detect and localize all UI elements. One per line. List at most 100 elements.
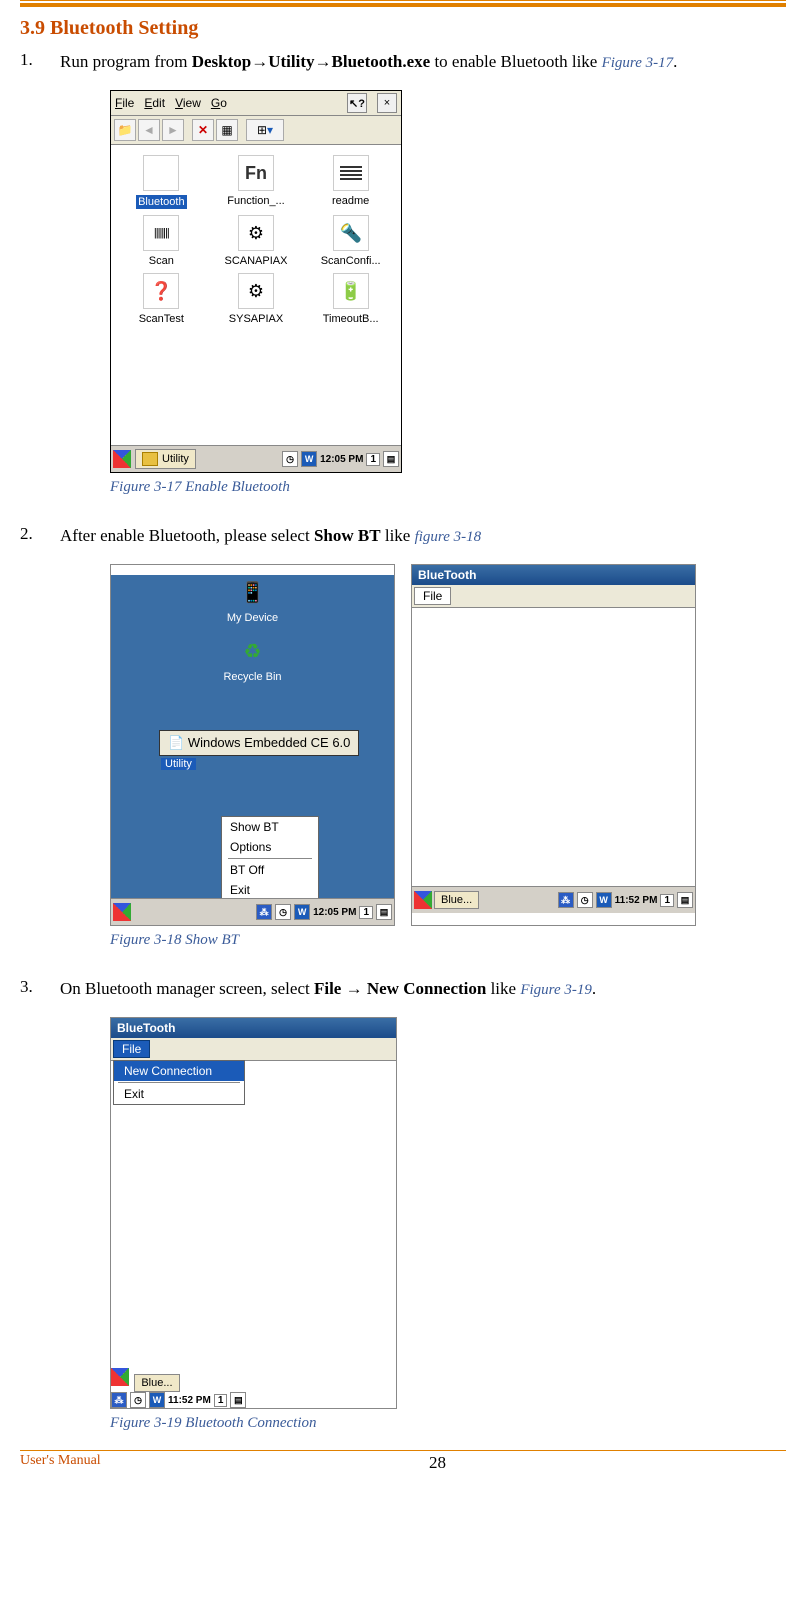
tray-indicator[interactable]: 1 <box>214 1394 228 1407</box>
desktop-recycle[interactable]: ♻ Recycle Bin <box>121 634 384 683</box>
tray-w-icon[interactable]: W <box>596 892 612 908</box>
tray-icon[interactable]: ◷ <box>577 892 593 908</box>
menu-exit[interactable]: Exit <box>222 880 318 900</box>
step-2-post: like <box>381 526 415 545</box>
up-folder-icon[interactable]: 📁 <box>114 119 136 141</box>
chevron-down-icon: ▾ <box>267 123 273 137</box>
figure-3-18-left: 📱 My Device ♻ Recycle Bin 📄 Windows Embe… <box>110 564 395 926</box>
section-heading: 3.9 Bluetooth Setting <box>20 17 786 40</box>
menu-go[interactable]: Go <box>211 96 227 110</box>
step-3: 3. On Bluetooth manager screen, select F… <box>20 977 786 1001</box>
desktop-recycle-label: Recycle Bin <box>223 671 281 683</box>
close-button[interactable]: × <box>377 93 397 113</box>
menu-new-connection[interactable]: New Connection <box>114 1061 244 1081</box>
icon-scan-label: Scan <box>149 255 174 267</box>
step-3-arrow: → <box>341 979 367 998</box>
scanner-icon: 🔦 <box>333 215 369 251</box>
system-tray: ◷ W 12:05 PM 1 ▤ <box>282 451 399 467</box>
icon-scanconfi[interactable]: 🔦 ScanConfi... <box>304 215 397 267</box>
icon-scanapiax-label: SCANAPIAX <box>225 255 288 267</box>
menu-view[interactable]: View <box>175 96 201 110</box>
start-icon[interactable] <box>113 450 131 468</box>
help-button[interactable]: ↖? <box>347 93 367 113</box>
icon-sysapiax[interactable]: ⚙ SYSAPIAX <box>210 273 303 325</box>
tray-w-icon[interactable]: W <box>294 904 310 920</box>
icon-scantest-label: ScanTest <box>139 313 184 325</box>
step-1: 1. Run program from Desktop→Utility→Blue… <box>20 50 786 74</box>
tray-indicator[interactable]: 1 <box>660 894 674 907</box>
icon-scan[interactable]: |||||||| Scan <box>115 215 208 267</box>
icon-function[interactable]: Fn Function_... <box>210 155 303 209</box>
icon-readme[interactable]: readme <box>304 155 397 209</box>
tray-bt-icon[interactable]: ⁂ <box>558 892 574 908</box>
taskbar-utility[interactable]: Utility <box>135 449 196 469</box>
step-2-number: 2. <box>20 524 60 544</box>
file-menu[interactable]: File <box>113 1040 150 1058</box>
menu-options[interactable]: Options <box>222 837 318 857</box>
step-2-bold: Show BT <box>314 526 381 545</box>
step-3-pre: On Bluetooth manager screen, select <box>60 979 314 998</box>
bluetooth-icon: ⁂ <box>143 155 179 191</box>
step-1-dot: . <box>673 52 677 71</box>
icon-scanapiax[interactable]: ⚙ SCANAPIAX <box>210 215 303 267</box>
back-button[interactable]: ◄ <box>138 119 160 141</box>
step-3-figref: Figure 3-19 <box>520 982 592 998</box>
desktop-utility-label[interactable]: Utility <box>161 758 196 770</box>
step-3-post: like <box>486 979 520 998</box>
step-1-figref: Figure 3-17 <box>602 55 674 71</box>
forward-button[interactable]: ► <box>162 119 184 141</box>
icon-timeout[interactable]: 🔋 TimeoutB... <box>304 273 397 325</box>
icon-function-label: Function_... <box>227 195 284 207</box>
step-3-number: 3. <box>20 977 60 997</box>
desktop: 📱 My Device ♻ Recycle Bin 📄 Windows Embe… <box>111 575 394 925</box>
tray-bt-icon[interactable]: ⁂ <box>111 1392 127 1408</box>
step-2-pre: After enable Bluetooth, please select <box>60 526 314 545</box>
clock: 11:52 PM <box>615 895 658 906</box>
taskbar-blue[interactable]: Blue... <box>134 1374 179 1392</box>
icon-scantest[interactable]: ❓ ScanTest <box>115 273 208 325</box>
tray-w-icon[interactable]: W <box>301 451 317 467</box>
tray-indicator[interactable]: 1 <box>366 453 380 466</box>
footer-manual: User's Manual <box>20 1453 101 1473</box>
page-number: 28 <box>429 1453 446 1473</box>
link-windows-ce[interactable]: 📄 Windows Embedded CE 6.0 <box>159 730 359 756</box>
footer-rule <box>20 1450 786 1451</box>
tray-icon[interactable]: ◷ <box>282 451 298 467</box>
menubar: File Edit View Go ↖? × <box>111 91 401 116</box>
menu-exit[interactable]: Exit <box>114 1084 244 1104</box>
device-icon: 📱 <box>238 575 268 609</box>
tray-bt-icon[interactable]: ⁂ <box>256 904 272 920</box>
icon-bluetooth[interactable]: ⁂ Bluetooth <box>115 155 208 209</box>
desktop-mydevice-label: My Device <box>227 612 278 624</box>
file-menu[interactable]: File <box>414 587 451 605</box>
tray-indicator[interactable]: 1 <box>359 906 373 919</box>
tray-windows-icon[interactable]: ▤ <box>230 1392 246 1408</box>
tray-windows-icon[interactable]: ▤ <box>677 892 693 908</box>
start-icon[interactable] <box>414 891 432 909</box>
taskbar: Utility ◷ W 12:05 PM 1 ▤ <box>111 445 401 472</box>
view-dropdown[interactable]: ⊞ ▾ <box>246 119 284 141</box>
tray-windows-icon[interactable]: ▤ <box>376 904 392 920</box>
menu-file[interactable]: File <box>115 96 134 110</box>
file-menu-bar: File New Connection Exit <box>111 1038 396 1061</box>
tray-icon[interactable]: ◷ <box>275 904 291 920</box>
start-icon[interactable] <box>111 1368 129 1386</box>
step-1-pre: Run program from <box>60 52 192 71</box>
properties-button[interactable]: ▦ <box>216 119 238 141</box>
delete-button[interactable]: ✕ <box>192 119 214 141</box>
menu-edit[interactable]: Edit <box>144 96 165 110</box>
desktop-mydevice[interactable]: 📱 My Device <box>121 575 384 624</box>
icon-bluetooth-label: Bluetooth <box>136 195 186 209</box>
taskbar-blue[interactable]: Blue... <box>434 891 479 909</box>
tray-icon[interactable]: ◷ <box>130 1392 146 1408</box>
taskbar-utility-label: Utility <box>162 453 189 465</box>
menu-bt-off[interactable]: BT Off <box>222 860 318 880</box>
system-tray: ⁂ ◷ W 11:52 PM 1 ▤ <box>111 1392 396 1408</box>
start-icon[interactable] <box>113 903 131 921</box>
step-1-body: Run program from Desktop→Utility→Bluetoo… <box>60 50 786 74</box>
menu-show-bt[interactable]: Show BT <box>222 817 318 837</box>
section-number: 3.9 <box>20 17 45 39</box>
tray-windows-icon[interactable]: ▤ <box>383 451 399 467</box>
tray-w-icon[interactable]: W <box>149 1392 165 1408</box>
figure-3-17: File Edit View Go ↖? × 📁 ◄ ► ✕ ▦ ⊞ ▾ ⁂ B… <box>110 90 402 473</box>
